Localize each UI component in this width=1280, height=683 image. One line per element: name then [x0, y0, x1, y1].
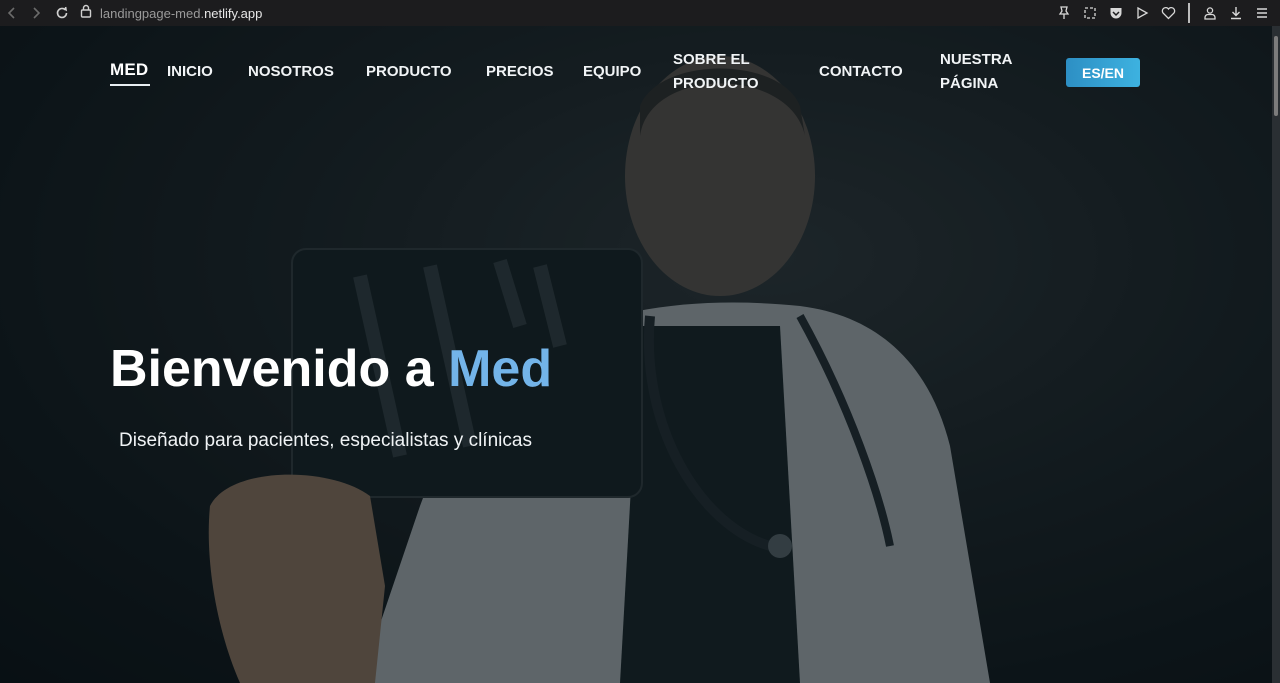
profile-icon[interactable]: [1200, 3, 1220, 23]
nav-link-producto[interactable]: PRODUCTO: [366, 60, 452, 84]
nav-link-nuestra-line1: NUESTRA: [940, 51, 1013, 68]
nav-link-contacto[interactable]: CONTACTO: [819, 60, 903, 84]
url-prefix: landingpage-med.: [100, 5, 205, 21]
hero-subtitle: Diseñado para pacientes, especialistas y…: [119, 430, 532, 451]
scrollbar-track[interactable]: [1272, 26, 1280, 683]
url-domain: netlify.app: [204, 5, 263, 21]
logo[interactable]: MED: [110, 60, 148, 80]
hero-title: Bienvenido a Med: [110, 339, 552, 399]
nav-link-sobre-el-producto[interactable]: SOBRE EL PRODUCTO: [673, 48, 759, 96]
toolbar-divider: [1188, 3, 1190, 23]
browser-toolbar: landingpage-med.netlify.app: [0, 0, 1280, 26]
logo-underline: [110, 84, 150, 86]
forward-icon[interactable]: [26, 3, 46, 23]
nav-link-equipo[interactable]: EQUIPO: [583, 60, 641, 84]
language-toggle-button[interactable]: ES/EN: [1066, 58, 1140, 87]
main-navbar: MED INICIO NOSOTROS PRODUCTO PRECIOS EQU…: [0, 26, 1280, 116]
download-icon[interactable]: [1226, 3, 1246, 23]
play-icon[interactable]: [1132, 3, 1152, 23]
pin-icon[interactable]: [1054, 3, 1074, 23]
heart-icon[interactable]: [1158, 3, 1178, 23]
nav-link-nosotros[interactable]: NOSOTROS: [248, 60, 334, 84]
nav-link-nuestra-pagina[interactable]: NUESTRA PÁGINA: [940, 48, 1013, 96]
hero-title-prefix: Bienvenido a: [110, 340, 449, 398]
menu-icon[interactable]: [1252, 3, 1272, 23]
nav-link-inicio[interactable]: INICIO: [167, 60, 213, 84]
back-icon[interactable]: [2, 3, 22, 23]
nav-link-nuestra-line2: PÁGINA: [940, 75, 999, 92]
reload-icon[interactable]: [52, 3, 72, 23]
screenshot-icon[interactable]: [1080, 3, 1100, 23]
nav-link-sobre-line2: PRODUCTO: [673, 75, 759, 92]
hero-title-accent: Med: [448, 340, 553, 398]
landing-page: MED INICIO NOSOTROS PRODUCTO PRECIOS EQU…: [0, 26, 1280, 683]
nav-link-sobre-line1: SOBRE EL: [673, 51, 750, 68]
url-bar[interactable]: landingpage-med.netlify.app: [100, 6, 262, 21]
pocket-icon[interactable]: [1106, 3, 1126, 23]
scrollbar-thumb[interactable]: [1274, 36, 1278, 116]
nav-link-precios[interactable]: PRECIOS: [486, 60, 554, 84]
lock-icon[interactable]: [80, 4, 92, 23]
